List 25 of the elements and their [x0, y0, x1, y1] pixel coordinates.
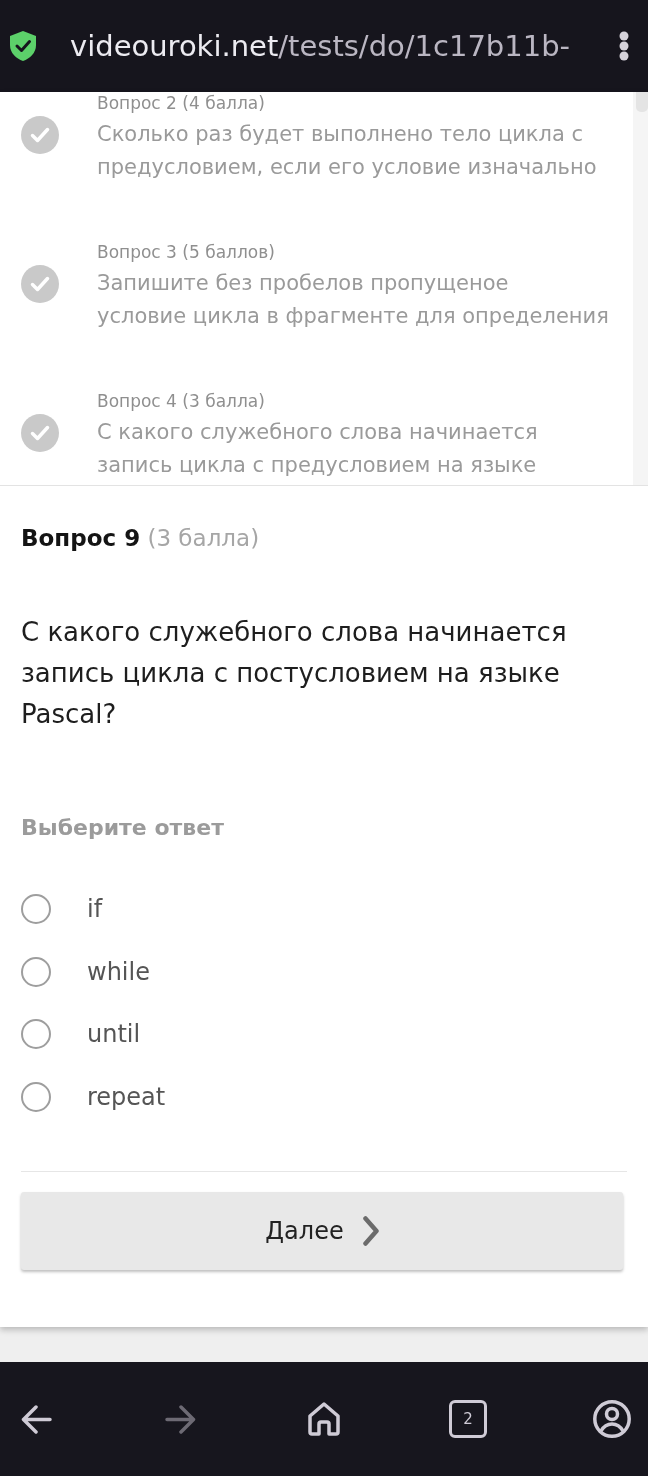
tabs-button[interactable]: 2	[449, 1400, 487, 1438]
account-icon[interactable]	[593, 1400, 631, 1438]
question-points: (3 балла)	[147, 525, 260, 551]
option-label[interactable]: if	[87, 893, 103, 926]
radio-button[interactable]	[21, 1081, 51, 1112]
chevron-right-icon	[362, 1216, 379, 1246]
radio-button[interactable]	[21, 1019, 51, 1050]
radio-button[interactable]	[21, 956, 51, 987]
question-label: Вопрос 3 (5 баллов)	[97, 242, 276, 263]
answer-prompt: Выберите ответ	[21, 814, 225, 842]
security-shield-icon[interactable]	[10, 31, 36, 61]
option-label[interactable]: repeat	[87, 1080, 166, 1113]
address-field[interactable]: videouroki.net/tests/do/1c17b11b-	[70, 27, 619, 65]
question-number: Вопрос 9	[21, 525, 141, 551]
home-icon[interactable]	[308, 1402, 340, 1436]
back-arrow-icon[interactable]	[20, 1404, 52, 1434]
option-label[interactable]: while	[87, 955, 150, 988]
scrollbar-thumb[interactable]	[636, 92, 648, 112]
more-menu-icon[interactable]	[619, 31, 629, 61]
question-label: Вопрос 2 (4 балла)	[97, 93, 266, 114]
option-label[interactable]: until	[87, 1018, 141, 1051]
next-button[interactable]: Далее	[21, 1192, 623, 1270]
radio-button[interactable]	[21, 894, 51, 925]
question-text: С какого служебного слова начинается запись цикла с постусловием на языке Pascal?	[21, 616, 568, 731]
question-label: Вопрос 4 (3 балла)	[97, 391, 266, 412]
